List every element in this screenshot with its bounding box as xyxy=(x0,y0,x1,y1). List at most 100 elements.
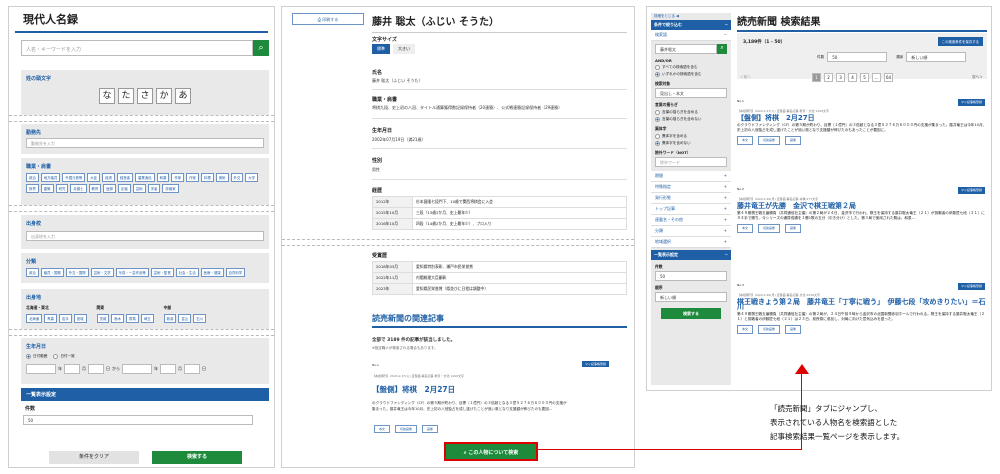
job-tag[interactable]: 医師 xyxy=(103,184,117,193)
charsize-standard-button[interactable]: 標準 xyxy=(372,44,390,54)
plus-icon[interactable]: + xyxy=(724,206,727,212)
job-tag[interactable]: 弁護士 xyxy=(70,184,87,193)
job-tag[interactable]: 経営者 xyxy=(116,173,134,182)
next-page-button[interactable]: 次へ＞ xyxy=(972,75,983,80)
page-button[interactable]: 1 xyxy=(812,73,821,82)
clipping-button[interactable]: 切抜画像 xyxy=(758,325,781,334)
work-input[interactable]: 勤務先を入力 xyxy=(26,138,264,148)
save-condition-button[interactable]: この検索条件を保存する xyxy=(937,37,983,46)
mylist-button[interactable]: マイ記事帳登録 xyxy=(957,283,985,290)
fulltext-button[interactable]: 本文 xyxy=(737,325,754,334)
kana-sa[interactable]: さ xyxy=(137,88,153,104)
article-title-link[interactable]: 棋王戦きょう第２局 藤井竜王「丁寧に戦う」 伊藤七段「攻めきりたい」＝石川 xyxy=(737,299,987,311)
category-tag[interactable]: 写真・一芸作品等 xyxy=(115,268,149,277)
job-tag[interactable]: 作家 xyxy=(186,173,199,182)
kana-a[interactable]: あ xyxy=(175,88,191,104)
exclude-input[interactable]: 除外ワード xyxy=(655,157,727,167)
category-tag[interactable]: 芸術・監督 xyxy=(150,268,174,277)
category-tag[interactable]: 政治 xyxy=(26,268,39,277)
job-tag[interactable]: 財界 xyxy=(26,184,39,193)
category-tag[interactable]: 外交・国際 xyxy=(65,268,89,277)
region-tag[interactable]: 岩手 xyxy=(58,314,72,323)
search-icon-button[interactable]: ⌕ xyxy=(717,44,727,54)
job-tag[interactable]: 作家 xyxy=(171,173,185,182)
image-button[interactable]: 画像 xyxy=(785,224,802,233)
minus-icon[interactable]: − xyxy=(725,22,728,28)
page-button[interactable]: 2 xyxy=(824,73,833,82)
category-tag[interactable]: 自然科学 xyxy=(225,268,246,277)
job-tag[interactable]: 建築 xyxy=(40,184,54,193)
mylist-button[interactable]: マイ記事帳登録 xyxy=(957,187,985,194)
fulltext-button[interactable]: 本文 xyxy=(374,425,391,433)
page-button[interactable]: … xyxy=(872,73,881,82)
plus-icon[interactable]: + xyxy=(724,195,727,201)
fulltext-button[interactable]: 本文 xyxy=(737,136,754,145)
count-select[interactable]: 50 xyxy=(655,271,727,281)
job-tag[interactable]: 学者 xyxy=(147,184,161,193)
page-button[interactable]: 4 xyxy=(848,73,857,82)
job-tag[interactable]: 評論家 xyxy=(162,184,179,193)
to-month-select[interactable] xyxy=(160,364,176,374)
category-tag[interactable]: 議員・国務 xyxy=(40,268,64,277)
target-select[interactable]: 見出し・本文 xyxy=(655,88,727,98)
job-tag[interactable]: 料理 xyxy=(200,173,214,182)
birth-exact-radio[interactable]: 日付一致 xyxy=(53,354,75,359)
minus-icon[interactable]: − xyxy=(725,252,728,258)
filter-row[interactable]: 地域選択 + xyxy=(651,237,731,248)
list-order-select[interactable]: 新しい順 xyxy=(906,52,967,62)
clipping-button[interactable]: 切抜画像 xyxy=(758,224,781,233)
mylist-button[interactable]: マイ記事帳登録 xyxy=(582,361,610,367)
keyword-input[interactable]: 人名・キーワードを入力 xyxy=(21,40,253,56)
plus-icon[interactable]: + xyxy=(724,228,727,234)
to-day-select[interactable] xyxy=(184,364,200,374)
job-tag[interactable]: 政治 xyxy=(26,173,39,182)
filter-row[interactable]: 分類 + xyxy=(651,226,731,237)
from-year-select[interactable] xyxy=(26,364,56,374)
print-button[interactable]: ⎙ 印刷する xyxy=(292,13,364,25)
list-count-select[interactable]: 50 xyxy=(827,52,888,62)
region-tag[interactable]: 北海道 xyxy=(26,314,43,323)
andor-all-radio[interactable]: すべての検索語を含む xyxy=(655,65,727,70)
job-tag[interactable]: 大臣 xyxy=(87,173,101,182)
kana-ka[interactable]: か xyxy=(156,88,172,104)
job-tag[interactable]: 芸術 xyxy=(132,184,146,193)
region-tag[interactable]: 埼玉 xyxy=(140,314,154,323)
charsize-large-button[interactable]: 大きい xyxy=(393,44,415,54)
kana-ta[interactable]: た xyxy=(118,88,134,104)
filter-row[interactable]: 特殊指定 + xyxy=(651,182,731,193)
minus-icon[interactable]: − xyxy=(724,32,727,38)
region-tag[interactable]: 茨城 xyxy=(96,314,110,323)
image-button[interactable]: 画像 xyxy=(785,325,802,334)
page-button[interactable]: 3 xyxy=(836,73,845,82)
job-tag[interactable]: 地方議員 xyxy=(40,173,61,182)
school-input[interactable]: 出身校を入力 xyxy=(26,231,264,241)
job-tag[interactable]: 農業漁民 xyxy=(135,173,155,182)
category-tag[interactable]: 芸術・文学 xyxy=(90,268,114,277)
job-tag[interactable]: 外交 xyxy=(230,173,244,182)
from-day-select[interactable] xyxy=(88,364,104,374)
filter-row[interactable]: 発行形態 + xyxy=(651,193,731,204)
region-tag[interactable]: 群馬 xyxy=(126,314,139,323)
plus-icon[interactable]: + xyxy=(724,184,727,190)
image-button[interactable]: 画像 xyxy=(422,425,439,433)
plus-icon[interactable]: + xyxy=(724,173,727,179)
clipping-button[interactable]: 切抜画像 xyxy=(758,136,781,145)
category-tag[interactable]: 社会・生活 xyxy=(175,268,199,277)
search-about-person-button[interactable]: ⌕ この人物について検索 xyxy=(444,442,538,461)
region-tag[interactable]: 宮城 xyxy=(73,314,87,323)
page-button[interactable]: 5 xyxy=(860,73,869,82)
job-tag[interactable]: 研究 xyxy=(55,184,69,193)
category-tag[interactable]: 医療・健康 xyxy=(200,268,224,277)
plus-icon[interactable]: + xyxy=(724,217,727,223)
filter-row[interactable]: 連載名・その他 + xyxy=(651,215,731,226)
region-tag[interactable]: 新潟 xyxy=(163,314,177,323)
region-tag[interactable]: 栃木 xyxy=(111,314,125,323)
search-button[interactable]: 検索する xyxy=(152,451,242,464)
ruby-exclude-radio[interactable]: 言葉の揺らぎを含めない xyxy=(655,117,727,122)
to-year-select[interactable] xyxy=(122,364,152,374)
plus-icon[interactable]: + xyxy=(724,239,727,245)
region-tag[interactable]: 富山 xyxy=(178,314,192,323)
andor-any-radio[interactable]: いずれかの検索語を含む xyxy=(655,72,727,77)
job-tag[interactable]: 経済 xyxy=(102,173,115,182)
ruby-include-radio[interactable]: 言葉の揺らぎを含める xyxy=(655,110,727,115)
